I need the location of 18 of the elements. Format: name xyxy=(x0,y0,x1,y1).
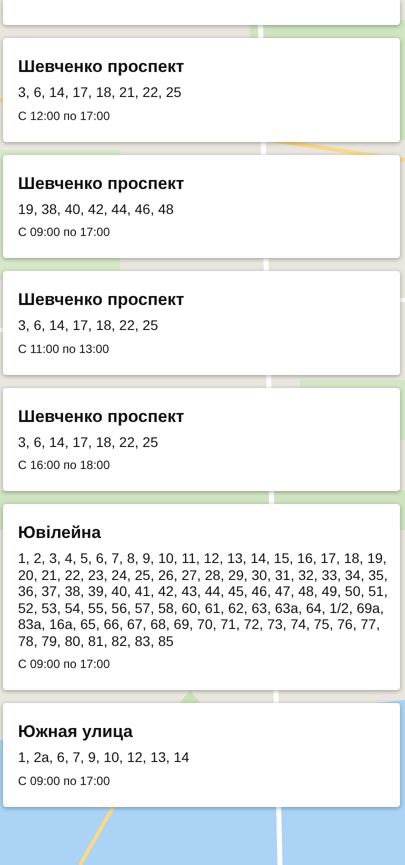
time-range: С 09:00 по 17:00 xyxy=(18,774,111,788)
street-name: Шевченко проспект xyxy=(18,172,186,194)
street-name: Шевченко проспект xyxy=(18,406,186,428)
house-numbers: 3, 6, 14, 17, 18, 22, 25 xyxy=(18,317,160,334)
house-numbers: 3, 6, 14, 17, 18, 21, 22, 25 xyxy=(18,84,182,100)
house-numbers: 19, 38, 40, 42, 44, 46, 48 xyxy=(18,200,175,217)
time-range: С 09:00 по 17:00 xyxy=(18,657,111,672)
time-range: С 16:00 по 18:00 xyxy=(18,458,111,473)
house-numbers: 3, 6, 14, 17, 18, 22, 25 xyxy=(18,434,160,450)
time-range: С 12:00 по 17:00 xyxy=(18,108,111,124)
time-range: С 09:00 по 17:00 xyxy=(18,225,111,240)
street-name: Южная улица xyxy=(18,721,134,743)
street-name: Шевченко проспект xyxy=(18,56,186,78)
house-numbers: 1, 2, 3, 4, 5, 6, 7, 8, 9, 10, 11, 12, 13, 14, 15, 16, 17, 18, 19, 20, 21, 22, 23, 24, 25, 26, 27, 28, 29, 30, 31, 32, 33, 34, 35, 36, 37, 38, 39, 40, 41, 42, 43, 44, 45, 46, 47, 48, 49, 50, 51, 52, 53, 54, 55, 56, 57, 58, 60, 61, 62, 63, 63а, 64, 1/2, 69а, 83а, 16а, 65, 66, 67, 68, 69, 70, 71, 72, 73, 74, 75, 76, 77, 78, 79, 80, 81, 82, 83, 85 xyxy=(18,550,388,649)
street-name: Ювілейна xyxy=(18,522,102,544)
time-range: С 11:00 по 13:00 xyxy=(18,342,110,356)
house-numbers: 1, 2а, 6, 7, 9, 10, 12, 13, 14 xyxy=(18,749,190,766)
street-name: Шевченко проспект xyxy=(18,289,186,311)
